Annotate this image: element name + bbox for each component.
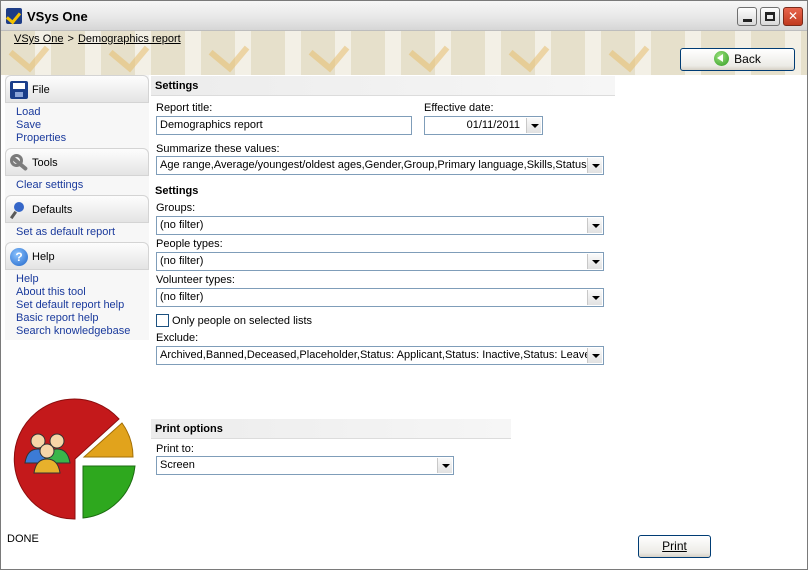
sidebar-help-links: Help About this tool Set default report … [16, 273, 130, 338]
sidebar-link-load[interactable]: Load [16, 106, 66, 119]
only-selected-lists-checkbox[interactable] [156, 314, 169, 327]
sidebar-link-save[interactable]: Save [16, 119, 66, 132]
sidebar-link-set-default-report[interactable]: Set as default report [16, 226, 115, 239]
people-types-select[interactable]: (no filter) [156, 252, 604, 271]
people-types-value: (no filter) [160, 255, 204, 267]
chevron-down-icon[interactable] [587, 348, 602, 363]
sidebar-link-properties[interactable]: Properties [16, 132, 66, 145]
demographics-pie-logo [13, 398, 136, 520]
banner-watermark-icon [408, 31, 450, 73]
print-to-select[interactable]: Screen [156, 456, 454, 475]
sidebar-section-help[interactable]: ? Help [5, 242, 149, 270]
report-title-input[interactable]: Demographics report [156, 116, 412, 135]
sidebar-link-clear-settings[interactable]: Clear settings [16, 179, 83, 192]
back-arrow-icon [714, 51, 730, 66]
maximize-button[interactable] [760, 7, 780, 26]
only-selected-lists-label: Only people on selected lists [172, 315, 313, 327]
chevron-down-icon[interactable] [587, 290, 602, 305]
title-bar[interactable]: VSys One ✕ [1, 1, 807, 31]
summarize-label: Summarize these values: [156, 143, 280, 155]
chevron-down-icon[interactable] [526, 118, 541, 133]
sidebar-section-title: Help [32, 251, 55, 263]
groups-value: (no filter) [160, 219, 204, 231]
sidebar-link-help[interactable]: Help [16, 273, 130, 286]
chevron-down-icon[interactable] [587, 254, 602, 269]
minimize-icon [742, 19, 752, 22]
sidebar-defaults-links: Set as default report [16, 226, 115, 239]
effective-date-picker[interactable]: 01/11/2011 [424, 116, 543, 135]
sidebar-file-links: Load Save Properties [16, 106, 66, 145]
close-icon: ✕ [787, 9, 799, 23]
volunteer-types-select[interactable]: (no filter) [156, 288, 604, 307]
minimize-button[interactable] [737, 7, 757, 26]
volunteer-types-label: Volunteer types: [156, 274, 235, 286]
report-title-label: Report title: [156, 102, 213, 114]
banner-watermark-icon [608, 31, 650, 73]
close-button[interactable]: ✕ [783, 7, 803, 26]
back-button-label: Back [734, 52, 761, 66]
sidebar-link-about[interactable]: About this tool [16, 286, 130, 299]
app-logo-icon [6, 8, 22, 24]
people-types-label: People types: [156, 238, 223, 250]
window-title: VSys One [27, 9, 88, 24]
sidebar-section-file[interactable]: File [5, 75, 149, 103]
groups-label: Groups: [156, 202, 196, 214]
sidebar-section-title: Tools [32, 157, 58, 169]
app-window: VSys One ✕ VSys One > Demographics report … [0, 0, 808, 570]
settings-heading: Settings [151, 76, 615, 96]
back-button[interactable]: Back [680, 48, 795, 71]
breadcrumb-root-link[interactable]: VSys One [14, 33, 64, 45]
sidebar-link-basic-report-help[interactable]: Basic report help [16, 312, 130, 325]
banner-watermark-icon [208, 31, 250, 73]
sidebar-section-defaults[interactable]: Defaults [5, 195, 149, 223]
chevron-down-icon[interactable] [587, 158, 602, 173]
breadcrumb-current-link[interactable]: Demographics report [78, 33, 181, 45]
status-text: DONE [7, 533, 39, 545]
floppy-disk-icon [10, 81, 28, 99]
sidebar: File Load Save Properties Tools Clear se… [5, 75, 149, 340]
print-button[interactable]: Print [638, 535, 711, 558]
sidebar-section-tools[interactable]: Tools [5, 148, 149, 176]
effective-date-label: Effective date: [424, 102, 494, 114]
summarize-values-select[interactable]: Age range,Average/youngest/oldest ages,G… [156, 156, 604, 175]
breadcrumb: VSys One > Demographics report [14, 33, 181, 45]
chevron-down-icon[interactable] [437, 458, 452, 473]
sidebar-link-search-knowledgebase[interactable]: Search knowledgebase [16, 325, 130, 338]
exclude-label: Exclude: [156, 332, 199, 344]
help-icon: ? [10, 248, 28, 266]
logo-green-slice [82, 465, 136, 519]
wrench-icon [10, 154, 28, 172]
groups-select[interactable]: (no filter) [156, 216, 604, 235]
banner-watermark-icon [308, 31, 350, 73]
breadcrumb-separator: > [67, 33, 74, 45]
maximize-icon [765, 12, 775, 21]
sidebar-tools-links: Clear settings [16, 179, 83, 192]
print-to-label: Print to: [156, 443, 194, 455]
summarize-values-value: Age range,Average/youngest/oldest ages,G… [160, 159, 590, 171]
print-button-label: Print [662, 539, 687, 553]
chevron-down-icon[interactable] [587, 218, 602, 233]
volunteer-types-value: (no filter) [160, 291, 204, 303]
exclude-select[interactable]: Archived,Banned,Deceased,Placeholder,Sta… [156, 346, 604, 365]
banner-watermark-icon [508, 31, 550, 73]
sidebar-section-title: File [32, 84, 50, 96]
exclude-value: Archived,Banned,Deceased,Placeholder,Sta… [160, 349, 591, 361]
sidebar-section-title: Defaults [32, 204, 73, 216]
print-options-heading: Print options [151, 419, 511, 439]
print-to-value: Screen [160, 459, 195, 471]
sidebar-link-default-report-help[interactable]: Set default report help [16, 299, 130, 312]
effective-date-value: 01/11/2011 [466, 119, 520, 131]
filters-heading: Settings [151, 181, 451, 201]
pushpin-icon [10, 201, 28, 219]
